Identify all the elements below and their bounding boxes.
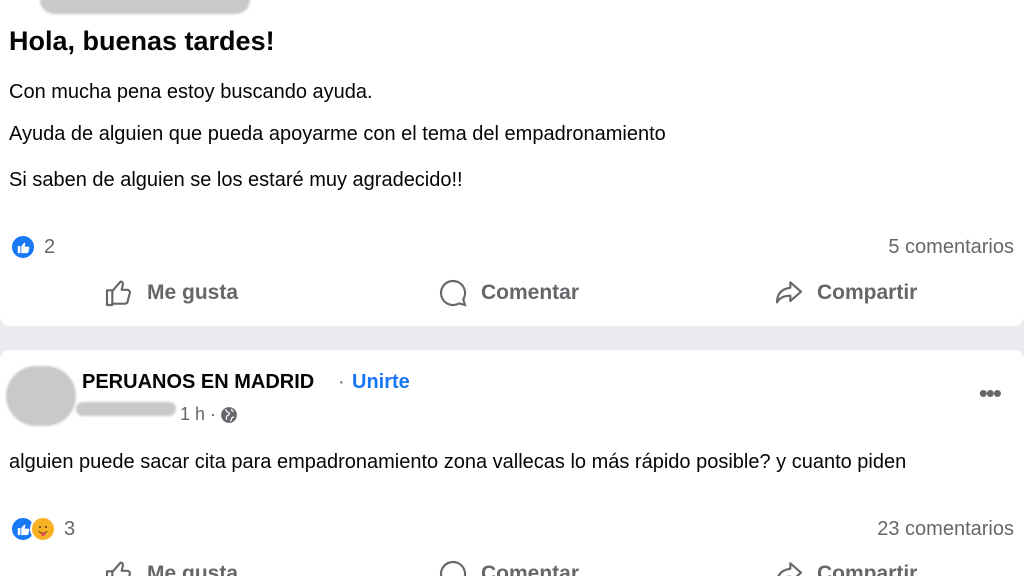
group-name[interactable]: PERUANOS EN MADRID — [82, 371, 314, 394]
share-button[interactable]: Compartir — [773, 277, 917, 309]
comments-count[interactable]: 23 comentarios — [877, 518, 1014, 541]
redacted-header — [40, 0, 250, 14]
avatar[interactable] — [6, 366, 76, 426]
action-bar: Me gusta Comentar Compartir — [0, 277, 1024, 317]
post-line: Si saben de alguien se los estaré muy ag… — [9, 169, 463, 191]
action-bar: Me gusta Comentar Compartir — [0, 558, 1024, 576]
post-text: alguien puede sacar cita para empadronam… — [9, 451, 907, 473]
comment-bubble-icon — [439, 560, 467, 576]
share-arrow-icon — [777, 562, 803, 576]
post-line: Con mucha pena estoy buscando ayuda. — [9, 81, 373, 103]
like-label: Me gusta — [147, 562, 239, 576]
share-label: Compartir — [817, 562, 918, 576]
like-button[interactable]: Me gusta — [103, 277, 238, 309]
separator: · — [338, 371, 345, 393]
care-reaction-icon — [30, 516, 56, 542]
reaction-count: 2 — [44, 235, 56, 258]
like-reaction-icon — [10, 234, 36, 260]
thumbs-up-icon — [105, 280, 131, 307]
post-card: Hola, buenas tardes! Con mucha pena esto… — [0, 0, 1024, 326]
redacted-author — [76, 402, 176, 416]
comment-bubble-icon — [439, 279, 467, 307]
share-button[interactable]: Compartir — [773, 558, 917, 576]
post-headline: Hola, buenas tardes! — [9, 26, 275, 56]
like-button[interactable]: Me gusta — [103, 558, 238, 576]
time-label: 1 h · — [180, 404, 217, 424]
comment-button[interactable]: Comentar — [437, 277, 579, 309]
reaction-summary[interactable]: 3 — [10, 516, 75, 542]
post-card: PERUANOS EN MADRID · Unirte 1 h · ••• al… — [0, 350, 1024, 576]
share-label: Compartir — [817, 281, 918, 304]
post-line: Ayuda de alguien que pueda apoyarme con … — [9, 123, 666, 145]
comments-count[interactable]: 5 comentarios — [888, 236, 1014, 259]
comment-label: Comentar — [481, 281, 580, 304]
join-button[interactable]: Unirte — [352, 371, 410, 394]
thumbs-up-icon — [105, 561, 131, 576]
reaction-summary[interactable]: 2 — [10, 234, 55, 260]
like-label: Me gusta — [147, 281, 239, 304]
post-timestamp[interactable]: 1 h · — [180, 404, 238, 425]
reaction-count: 3 — [64, 517, 76, 540]
comment-button[interactable]: Comentar — [437, 558, 579, 576]
globe-icon — [221, 406, 237, 423]
share-arrow-icon — [775, 281, 803, 304]
more-options-button[interactable]: ••• — [979, 378, 1002, 409]
comment-label: Comentar — [481, 562, 580, 576]
